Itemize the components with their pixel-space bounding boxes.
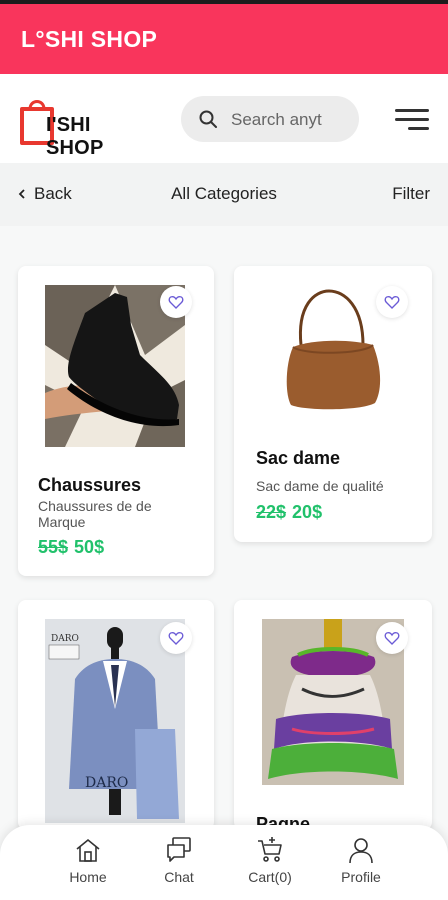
back-label: Back [34, 184, 72, 203]
product-card-suit[interactable]: DARO DARO [18, 600, 214, 830]
favorite-button[interactable] [160, 622, 192, 654]
product-description: Sac dame de qualité [256, 478, 384, 494]
favorite-button[interactable] [376, 622, 408, 654]
image-brand-text: DARO [85, 775, 128, 791]
product-price: 55$ 50$ [38, 537, 104, 558]
shop-logo[interactable]: I'SHI SHOP [18, 93, 148, 159]
nav-chat-label: Chat [164, 869, 194, 885]
product-card-pagne[interactable]: Pagne [234, 600, 432, 830]
nav-chat[interactable]: Chat [134, 835, 224, 885]
image-brand-text-top: DARO [51, 634, 79, 644]
current-price: 50$ [74, 537, 105, 557]
category-nav-bar: All Categories Back Filter [0, 163, 448, 226]
chat-icon [167, 837, 191, 862]
nav-cart[interactable]: Cart(0) [225, 835, 315, 885]
nav-profile-label: Profile [341, 869, 381, 885]
favorite-button[interactable] [160, 286, 192, 318]
nav-home-label: Home [69, 869, 107, 885]
product-card-sac-dame[interactable]: Sac dame Sac dame de qualité 22$ 20$ [234, 266, 432, 542]
heart-icon [384, 296, 400, 309]
home-icon [76, 838, 100, 862]
search-input[interactable]: Search anyt [181, 96, 359, 142]
nav-home[interactable]: Home [43, 835, 133, 885]
heart-icon [168, 296, 184, 309]
favorite-button[interactable] [376, 286, 408, 318]
header: I'SHI SHOP Search anyt [0, 74, 448, 163]
nav-cart-label: Cart(0) [248, 869, 292, 885]
product-price: 22$ 20$ [256, 502, 322, 523]
filter-button[interactable]: Filter [392, 184, 430, 204]
nav-profile[interactable]: Profile [316, 835, 406, 885]
hamburger-menu-icon[interactable] [394, 107, 430, 133]
product-card-chaussures[interactable]: Chaussures Chaussures de de Marque 55$ 50… [18, 266, 214, 576]
current-price: 20$ [292, 502, 323, 522]
bottom-navigation: Home Chat Cart(0) Profile [0, 825, 448, 900]
back-button[interactable]: Back [16, 184, 72, 204]
search-icon [199, 110, 217, 128]
product-name: Chaussures [38, 475, 142, 495]
product-description: Chaussures de de Marque [38, 498, 152, 530]
heart-icon [168, 632, 184, 645]
logo-text: I'SHI SHOP [46, 114, 104, 159]
old-price: 55$ [38, 537, 69, 557]
heart-icon [384, 632, 400, 645]
old-price: 22$ [256, 502, 287, 522]
profile-icon [349, 838, 373, 864]
search-placeholder: Search anyt [231, 110, 322, 129]
product-name: Sac dame [256, 448, 341, 468]
app-title: L°SHI SHOP [21, 26, 158, 52]
chevron-left-icon [18, 189, 25, 199]
app-bar: L°SHI SHOP [0, 4, 448, 74]
cart-icon [258, 837, 282, 862]
